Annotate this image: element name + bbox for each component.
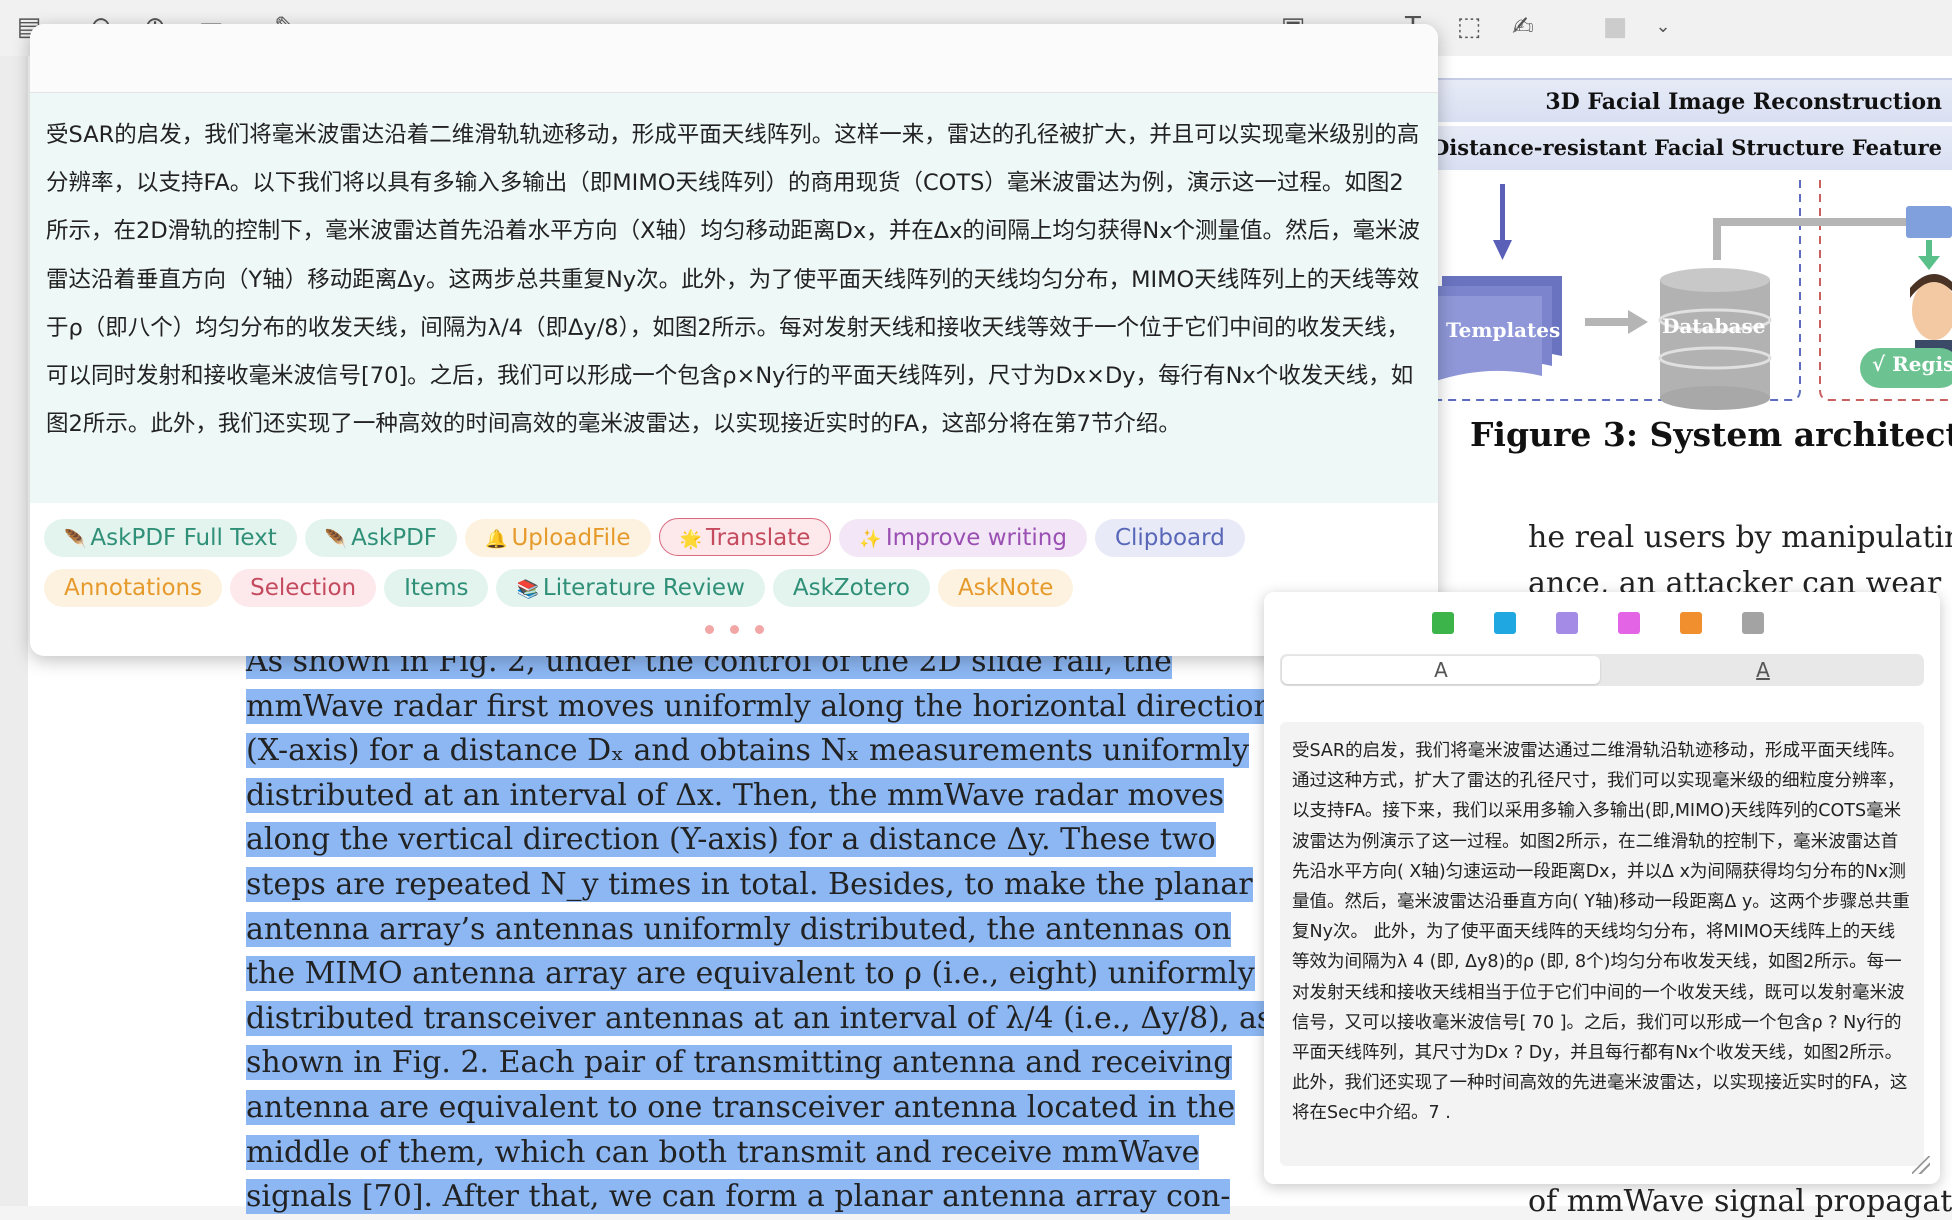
popup-response-text: 受SAR的启发，我们将毫米波雷达沿着二维滑轨轨迹移动，形成平面天线阵列。这样一来… xyxy=(30,93,1438,503)
chip-label: AskZotero xyxy=(792,575,910,601)
register-label: √ Regis xyxy=(1872,352,1952,376)
style-underline-a-button[interactable]: A xyxy=(1604,656,1922,684)
pdf-line: mmWave radar first moves uniformly along… xyxy=(246,688,1273,724)
action-chip-askzotero[interactable]: AskZotero xyxy=(772,569,930,607)
action-chip-askpdf-full-text[interactable]: 🪶 AskPDF Full Text xyxy=(44,519,297,557)
pdf-line: antenna are equivalent to one transceive… xyxy=(246,1089,1236,1125)
pdf-line: distributed at an interval of Δx. Then, … xyxy=(246,777,1225,813)
action-chip-translate[interactable]: 🌟 Translate xyxy=(658,518,832,556)
chip-label: Literature Review xyxy=(542,575,745,601)
database-label: Database xyxy=(1662,314,1766,338)
pdf-text-fragment: of mmWave signal propagation. The f xyxy=(1528,1184,1952,1219)
chip-label: AskNote xyxy=(957,575,1054,601)
action-chip-asknote[interactable]: AskNote xyxy=(937,569,1074,607)
chip-label: Selection xyxy=(250,575,357,601)
figure-banner-reconstruction: 3D Facial Image Reconstruction xyxy=(1420,78,1952,122)
chip-icon: 🔔 xyxy=(485,529,508,550)
chip-icon: 🪶 xyxy=(324,529,348,550)
action-chip-askpdf[interactable]: 🪶 AskPDF xyxy=(304,519,458,557)
figure-banner-feature: Distance-resistant Facial Structure Feat… xyxy=(1420,126,1952,170)
translation-text[interactable]: 受SAR的启发，我们将毫米波雷达通过二维滑轨沿轨迹移动，形成平面天线阵。通过这种… xyxy=(1280,722,1924,1166)
chevron-down-icon[interactable]: ⌄ xyxy=(1648,12,1678,42)
more-dots[interactable] xyxy=(30,619,1438,638)
pdf-line: (X-axis) for a distance Dₓ and obtains N… xyxy=(246,733,1250,769)
resize-handle-icon[interactable] xyxy=(1912,1156,1930,1174)
pdf-paragraph[interactable]: As shown in Fig. 2, under the control of… xyxy=(246,640,1273,1220)
color-swatch-purple[interactable] xyxy=(1556,612,1578,634)
action-chip-items[interactable]: Items xyxy=(384,569,489,607)
color-swatch-orange[interactable] xyxy=(1680,612,1702,634)
popup-actions: 🪶 AskPDF Full Text 🪶 AskPDF 🔔 UploadFile 🌟 Tran… xyxy=(30,502,1438,619)
chip-label: Improve writing xyxy=(885,525,1067,551)
chip-icon: 📚 xyxy=(516,579,539,600)
style-boxed-a-button[interactable]: A xyxy=(1282,656,1600,684)
text-style-toggle: A A xyxy=(1280,654,1924,686)
chip-label: AskPDF Full Text xyxy=(90,525,277,551)
chip-label: Items xyxy=(404,575,469,601)
chip-label: AskPDF xyxy=(351,525,438,551)
pdf-line: middle of them, which can both transmit … xyxy=(246,1134,1200,1170)
action-chip-improve-writing[interactable]: ✨ Improve writing xyxy=(839,519,1087,557)
signature-icon[interactable]: ✍ xyxy=(1508,12,1538,42)
pdf-line: distributed transceiver antennas at an i… xyxy=(246,1000,1273,1036)
action-chip-selection[interactable]: Selection xyxy=(230,569,377,607)
chip-label: UploadFile xyxy=(511,525,631,551)
action-chip-clipboard[interactable]: Clipboard xyxy=(1094,519,1245,557)
left-gutter xyxy=(0,56,29,1206)
pdf-line: shown in Fig. 2. Each pair of transmitti… xyxy=(246,1045,1233,1081)
pdf-text-fragment: he real users by manipulating their xyxy=(1528,520,1952,555)
pdf-line: the MIMO antenna array are equivalent to… xyxy=(246,956,1255,992)
popup-input-area[interactable] xyxy=(30,24,1438,93)
chip-icon: 🪶 xyxy=(64,529,87,550)
figure-caption: Figure 3: System architecture xyxy=(1470,415,1952,454)
chip-label: Translate xyxy=(705,525,811,551)
translation-panel: A A 受SAR的启发，我们将毫米波雷达通过二维滑轨沿轨迹移动，形成平面天线阵。… xyxy=(1264,592,1940,1184)
color-swatch-pink[interactable] xyxy=(1618,612,1640,634)
ai-popup: 受SAR的启发，我们将毫米波雷达沿着二维滑轨轨迹移动，形成平面天线阵列。这样一来… xyxy=(30,24,1438,656)
pdf-line: antenna array’s antennas uniformly distr… xyxy=(246,911,1232,947)
color-swatch-gray[interactable] xyxy=(1742,612,1764,634)
color-swatch-blue[interactable] xyxy=(1494,612,1516,634)
chip-label: Clipboard xyxy=(1114,525,1225,551)
action-chip-literature-review[interactable]: 📚 Literature Review xyxy=(496,569,765,607)
color-swatch-green[interactable] xyxy=(1432,612,1454,634)
pdf-line: along the vertical direction (Y-axis) fo… xyxy=(246,822,1216,858)
chip-icon: 🌟 xyxy=(679,529,702,550)
action-chip-uploadfile[interactable]: 🔔 UploadFile xyxy=(465,519,651,557)
action-chip-annotations[interactable]: Annotations xyxy=(44,569,223,607)
crop-icon[interactable]: ⬚ xyxy=(1454,12,1484,42)
chip-icon: ✨ xyxy=(859,529,882,550)
pdf-line: signals [70]. After that, we can form a … xyxy=(246,1179,1231,1215)
chip-label: Annotations xyxy=(64,575,203,601)
pdf-line: steps are repeated N_y times in total. B… xyxy=(246,866,1253,902)
database-shape xyxy=(1658,268,1772,410)
color-icon[interactable]: ■ xyxy=(1600,12,1630,42)
templates-label: Templates xyxy=(1446,318,1561,342)
